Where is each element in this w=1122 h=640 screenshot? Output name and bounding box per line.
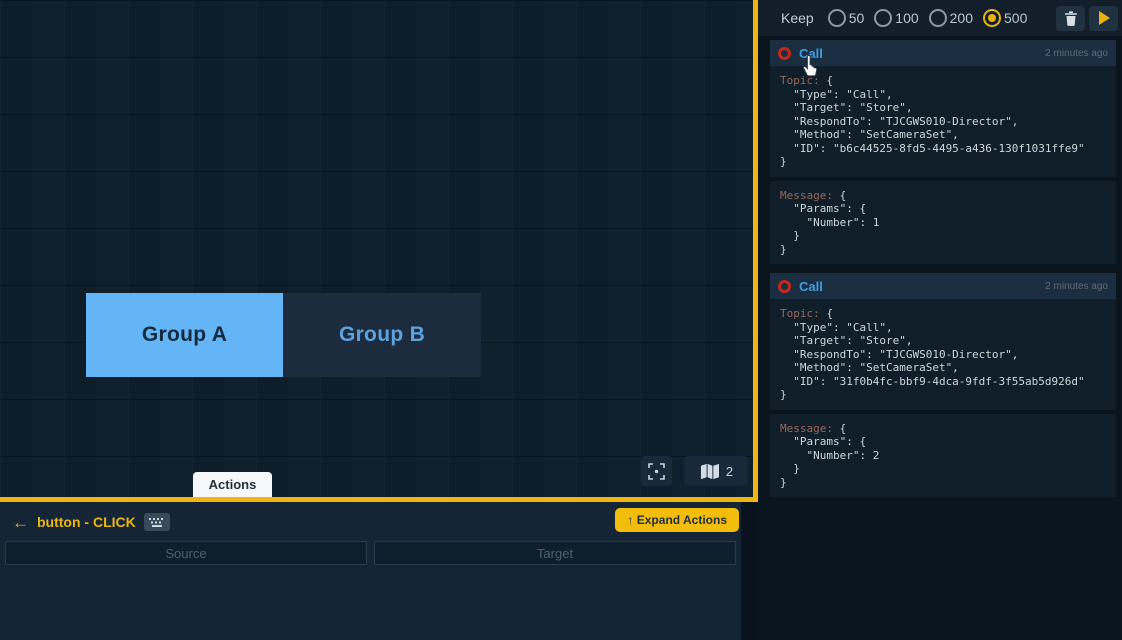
- keep-radio-group: 50 100 200 500: [828, 9, 1028, 27]
- group-a-button[interactable]: Group A: [86, 293, 283, 377]
- group-b-button[interactable]: Group B: [283, 293, 481, 377]
- back-arrow-button[interactable]: ←: [12, 514, 29, 531]
- radio-icon: [929, 9, 947, 27]
- play-button[interactable]: [1089, 6, 1118, 31]
- fit-to-screen-icon: [648, 463, 665, 480]
- target-input[interactable]: [374, 541, 736, 565]
- keep-radio-100[interactable]: 100: [874, 9, 918, 27]
- log-entry: Call 2 minutes ago Topic: { "Type": "Cal…: [770, 40, 1116, 264]
- fit-to-screen-button[interactable]: [641, 456, 672, 486]
- log-entry-body: Topic: { "Type": "Call", "Target": "Stor…: [770, 299, 1116, 497]
- expand-actions-button[interactable]: ↑ Expand Actions: [615, 508, 739, 532]
- stage-canvas[interactable]: Group A Group B 2 Actions: [0, 0, 758, 502]
- log-entries-list: Call 2 minutes ago Topic: { "Type": "Cal…: [770, 40, 1116, 497]
- entry-type-link[interactable]: Call: [799, 279, 823, 294]
- record-ring-icon: [778, 47, 791, 60]
- play-icon: [1099, 11, 1110, 25]
- keep-label: Keep: [781, 10, 814, 26]
- map-pages-button[interactable]: 2: [684, 456, 748, 486]
- trash-icon: [1064, 11, 1078, 26]
- log-entry-header[interactable]: Call 2 minutes ago: [770, 273, 1116, 299]
- entry-type-link[interactable]: Call: [799, 46, 823, 61]
- topic-json: Topic: { "Type": "Call", "Target": "Stor…: [770, 66, 1116, 177]
- action-title: button - CLICK: [37, 514, 136, 530]
- radio-icon: [983, 9, 1001, 27]
- radio-icon: [874, 9, 892, 27]
- message-json: Message: { "Params": { "Number": 2 } }: [770, 414, 1116, 498]
- actions-tab-label: Actions: [209, 477, 257, 492]
- keep-radio-200[interactable]: 200: [929, 9, 973, 27]
- message-json: Message: { "Params": { "Number": 1 } }: [770, 181, 1116, 265]
- actions-panel: ← button - CLICK ↑ Expand Actions: [0, 502, 741, 640]
- clear-log-button[interactable]: [1056, 6, 1085, 31]
- log-entry: Call 2 minutes ago Topic: { "Type": "Cal…: [770, 273, 1116, 497]
- map-icon: [699, 462, 720, 481]
- keep-radio-500[interactable]: 500: [983, 9, 1027, 27]
- log-entry-header[interactable]: Call 2 minutes ago: [770, 40, 1116, 66]
- source-input[interactable]: [5, 541, 367, 565]
- group-b-label: Group B: [339, 323, 425, 347]
- group-a-label: Group A: [142, 323, 227, 347]
- record-ring-icon: [778, 280, 791, 293]
- entry-timestamp: 2 minutes ago: [1045, 281, 1108, 292]
- log-header: Keep 50 100 200 500: [758, 0, 1122, 36]
- map-page-count: 2: [726, 464, 733, 479]
- topic-json: Topic: { "Type": "Call", "Target": "Stor…: [770, 299, 1116, 410]
- log-entry-body: Topic: { "Type": "Call", "Target": "Stor…: [770, 66, 1116, 264]
- keep-radio-50[interactable]: 50: [828, 9, 865, 27]
- entry-timestamp: 2 minutes ago: [1045, 48, 1108, 59]
- radio-icon: [828, 9, 846, 27]
- keyboard-icon: [144, 513, 170, 531]
- message-log-panel: Keep 50 100 200 500: [758, 0, 1122, 640]
- actions-tab[interactable]: Actions: [193, 472, 272, 497]
